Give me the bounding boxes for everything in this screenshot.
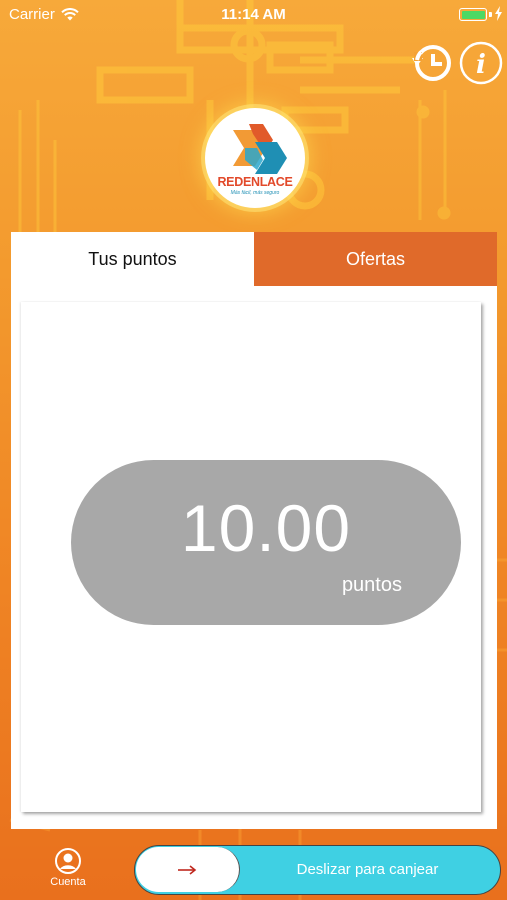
points-value: 10.00 bbox=[180, 491, 352, 565]
slider-handle[interactable] bbox=[136, 847, 240, 892]
logo-brand: REDENLACE bbox=[217, 175, 293, 189]
tab-ofertas-label: Ofertas bbox=[345, 248, 406, 269]
points-unit: puntos bbox=[341, 574, 402, 596]
arrow-right-icon bbox=[178, 865, 197, 875]
logo-star-icon bbox=[233, 124, 287, 174]
redenlace-logo: REDENLACE Más fácil, más seguro bbox=[205, 108, 305, 208]
logo-tagline: Más fácil, más seguro bbox=[230, 190, 280, 196]
battery-icon bbox=[459, 8, 487, 21]
info-icon[interactable]: i bbox=[458, 40, 504, 86]
battery-level bbox=[461, 10, 485, 19]
user-icon bbox=[55, 848, 81, 874]
charging-bolt-icon bbox=[495, 6, 502, 21]
points-panel: 10.00 puntos bbox=[21, 302, 481, 812]
status-time: 11:14 AM bbox=[221, 6, 286, 23]
history-clock-icon[interactable] bbox=[409, 40, 455, 86]
account-label: Cuenta bbox=[50, 876, 86, 888]
tab-ofertas[interactable]: Ofertas bbox=[254, 232, 497, 286]
svg-text:i: i bbox=[476, 50, 486, 80]
tab-tus-puntos-label: Tus puntos bbox=[88, 248, 177, 269]
status-bar: Carrier 11:14 AM bbox=[0, 0, 507, 28]
account-button[interactable]: Cuenta bbox=[44, 848, 92, 892]
battery-cap bbox=[489, 12, 492, 17]
points-card: Tus puntos Ofertas 10.00 puntos bbox=[11, 232, 497, 829]
points-balance-pill: 10.00 puntos bbox=[71, 460, 461, 625]
redeem-slider[interactable]: Deslizar para canjear bbox=[134, 845, 501, 895]
logo-wordmark: REDENLACE bbox=[205, 175, 305, 189]
tab-tus-puntos[interactable]: Tus puntos bbox=[11, 232, 254, 286]
slider-label: Deslizar para canjear bbox=[296, 861, 439, 878]
